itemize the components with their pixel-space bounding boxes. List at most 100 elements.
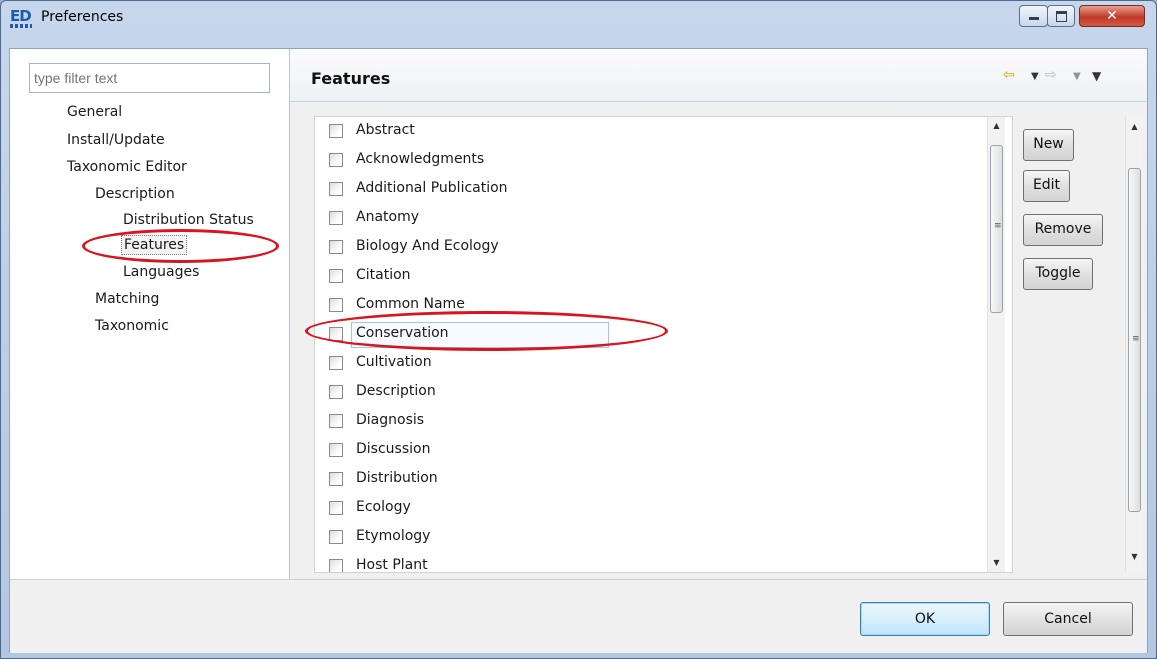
tree-item-label: Distribution Status — [123, 212, 254, 228]
checkbox[interactable] — [329, 124, 343, 138]
close-button[interactable]: ✕ — [1079, 5, 1145, 27]
checkbox[interactable] — [329, 530, 343, 544]
app-icon-letters: ED — [10, 7, 32, 25]
checkbox[interactable] — [329, 501, 343, 515]
page-scrollbar[interactable]: ▲ ≡ ▼ — [1125, 116, 1143, 572]
dialog-footer: OK Cancel — [10, 579, 1147, 653]
forward-arrow-icon[interactable]: ⇨ — [1045, 67, 1057, 83]
list-item-label: Acknowledgments — [356, 151, 485, 167]
checkbox[interactable] — [329, 327, 343, 341]
list-item-label: Etymology — [356, 528, 431, 544]
edit-button[interactable]: Edit — [1023, 170, 1070, 202]
scrollbar-thumb[interactable]: ≡ — [1128, 168, 1141, 512]
back-history-dropdown-icon[interactable]: ▼ — [1031, 71, 1039, 82]
features-checkbox-list[interactable]: Abstract Acknowledgments Additional Publ… — [314, 116, 1013, 573]
list-item[interactable]: Cultivation — [315, 350, 975, 379]
list-item[interactable]: Ecology — [315, 495, 975, 524]
minimize-button[interactable] — [1019, 5, 1048, 27]
scrollbar-thumb[interactable]: ≡ — [990, 145, 1003, 313]
grip-icon: ≡ — [994, 221, 1002, 231]
checkbox[interactable] — [329, 211, 343, 225]
list-item-label: Diagnosis — [356, 412, 425, 428]
tree-item-label: Description — [95, 186, 175, 202]
list-item[interactable]: Host Plant — [315, 553, 975, 573]
list-item-label: Additional Publication — [356, 180, 508, 196]
tree-item-taxonomic-editor[interactable]: Taxonomic Editor — [67, 159, 187, 175]
tree-item-label: Languages — [123, 264, 200, 280]
scroll-down-icon[interactable]: ▼ — [988, 558, 1005, 567]
cancel-button[interactable]: Cancel — [1003, 602, 1133, 636]
list-item-label: Biology And Ecology — [356, 238, 499, 254]
tree-item-label: Taxonomic Editor — [67, 159, 187, 175]
tree-item-label: Features — [121, 235, 188, 255]
tree-item-general[interactable]: General — [67, 104, 122, 120]
list-item-label: Anatomy — [356, 209, 420, 225]
list-item-label: Discussion — [356, 441, 431, 457]
list-item[interactable]: Additional Publication — [315, 176, 975, 205]
new-button[interactable]: New — [1023, 129, 1074, 161]
tree-item-languages[interactable]: Languages — [123, 264, 199, 280]
checkbox[interactable] — [329, 385, 343, 399]
tree-item-label: General — [67, 104, 123, 120]
features-page: Features ⇦ ▼ ⇨ ▼ ▼ Abstract Acknowledgme… — [290, 49, 1147, 579]
tree-item-install-update[interactable]: Install/Update — [67, 132, 165, 148]
ok-button[interactable]: OK — [860, 602, 990, 636]
checkbox[interactable] — [329, 472, 343, 486]
list-item[interactable]: Acknowledgments — [315, 147, 975, 176]
list-item[interactable]: Anatomy — [315, 205, 975, 234]
checkbox[interactable] — [329, 443, 343, 457]
grip-icon: ≡ — [1132, 334, 1140, 344]
list-item-label: Ecology — [356, 499, 411, 515]
page-title: Features — [311, 69, 391, 88]
page-header: Features ⇦ ▼ ⇨ ▼ ▼ — [290, 49, 1147, 102]
checkbox[interactable] — [329, 559, 343, 572]
app-icon: ED — [10, 8, 34, 28]
scroll-down-icon[interactable]: ▼ — [1126, 552, 1143, 561]
list-item[interactable]: Biology And Ecology — [315, 234, 975, 263]
scroll-up-icon[interactable]: ▲ — [988, 121, 1005, 130]
list-item[interactable]: Description — [315, 379, 975, 408]
checkbox[interactable] — [329, 240, 343, 254]
preference-tree-pane: General Install/Update Taxonomic Editor … — [10, 49, 290, 579]
minimize-icon — [1028, 17, 1039, 20]
title-bar[interactable]: ED Preferences ✕ — [1, 1, 1156, 37]
list-item-label: Abstract — [356, 122, 415, 138]
scroll-up-icon[interactable]: ▲ — [1126, 122, 1143, 131]
checkbox[interactable] — [329, 153, 343, 167]
checkbox[interactable] — [329, 182, 343, 196]
list-item[interactable]: Distribution — [315, 466, 975, 495]
tree-item-distribution-status[interactable]: Distribution Status — [123, 212, 254, 228]
list-item[interactable]: Etymology — [315, 524, 975, 553]
forward-history-dropdown-icon[interactable]: ▼ — [1073, 71, 1081, 82]
toggle-button[interactable]: Toggle — [1023, 258, 1093, 290]
checkbox[interactable] — [329, 356, 343, 370]
tree-item-taxonomic[interactable]: Taxonomic — [95, 318, 169, 334]
filter-input[interactable] — [29, 63, 270, 93]
close-icon: ✕ — [1106, 8, 1118, 24]
checkbox[interactable] — [329, 269, 343, 283]
list-scrollbar[interactable]: ▲ ≡ ▼ — [987, 117, 1005, 572]
list-item[interactable]: Citation — [315, 263, 975, 292]
list-item[interactable]: Diagnosis — [315, 408, 975, 437]
tree-item-description[interactable]: Description — [95, 186, 175, 202]
list-item-label: Host Plant — [356, 557, 428, 573]
window-title: Preferences — [41, 9, 124, 25]
list-item[interactable]: Discussion — [315, 437, 975, 466]
tree-item-label: Matching — [95, 291, 160, 307]
checkbox[interactable] — [329, 298, 343, 312]
preferences-window: ED Preferences ✕ General Install/Update … — [0, 0, 1157, 659]
tree-item-features[interactable]: Features — [121, 235, 188, 255]
list-item[interactable]: Common Name — [315, 292, 975, 321]
tree-item-label: Install/Update — [67, 132, 165, 148]
back-arrow-icon[interactable]: ⇦ — [1003, 67, 1015, 83]
tree-item-matching[interactable]: Matching — [95, 291, 159, 307]
tree-item-label: Taxonomic — [95, 318, 169, 334]
view-menu-icon[interactable]: ▼ — [1092, 69, 1101, 83]
list-item[interactable]: Conservation — [315, 321, 975, 350]
list-item-label: Distribution — [356, 470, 438, 486]
maximize-button[interactable] — [1047, 5, 1075, 27]
remove-button[interactable]: Remove — [1023, 214, 1103, 246]
list-item-label: Citation — [356, 267, 411, 283]
checkbox[interactable] — [329, 414, 343, 428]
list-item[interactable]: Abstract — [315, 118, 975, 147]
